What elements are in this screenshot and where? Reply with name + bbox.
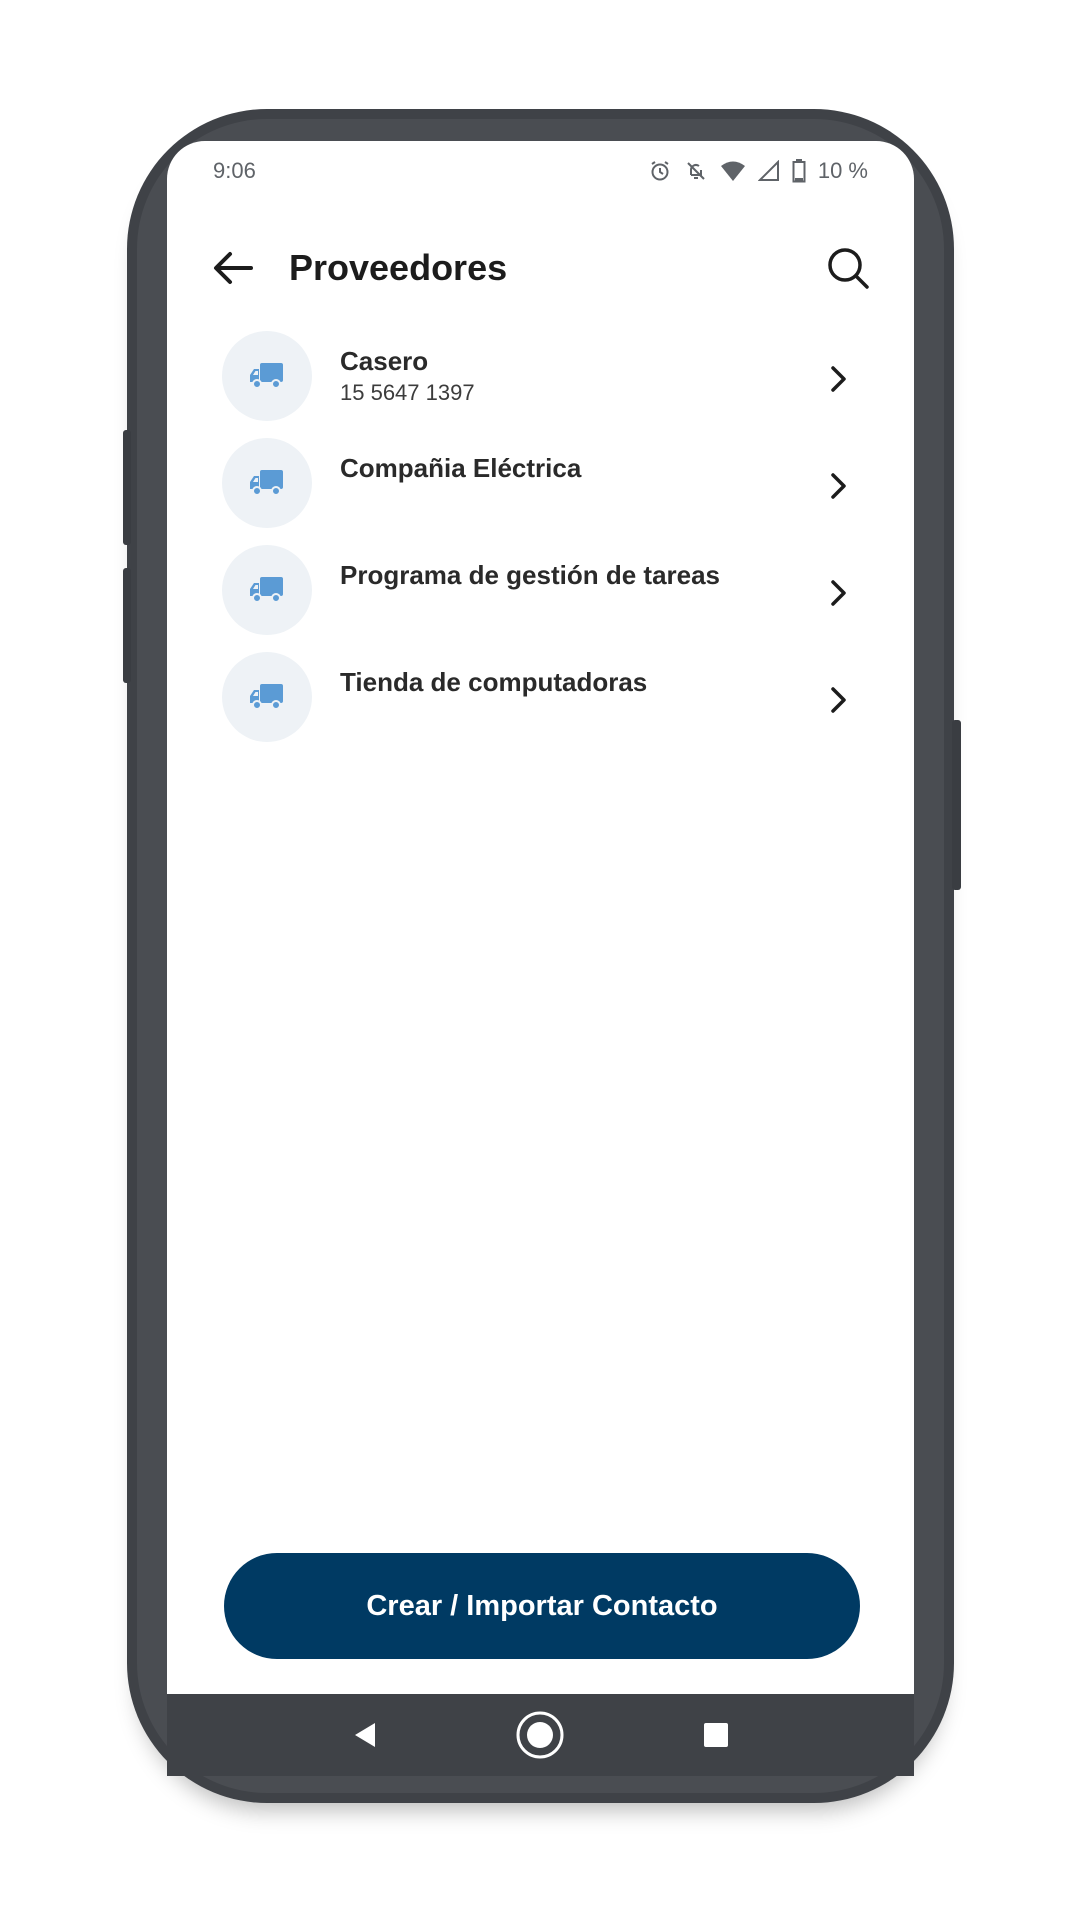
volume-up-button	[123, 430, 131, 545]
alarm-icon	[651, 161, 669, 181]
back-button[interactable]	[207, 242, 259, 294]
battery-percent: 10 %	[817, 158, 868, 183]
wifi-icon	[720, 161, 745, 181]
avatar	[222, 652, 312, 742]
contact-list: Casero 15 5647 1397 Compañia Eléctrica P…	[222, 331, 862, 759]
power-button	[952, 720, 961, 890]
truck-icon	[250, 577, 283, 603]
notifications-off-icon	[687, 162, 705, 180]
create-import-contact-button[interactable]: Crear / Importar Contacto	[224, 1553, 860, 1659]
chevron-right-icon	[824, 573, 854, 613]
contact-name: Programa de gestión de tareas	[340, 560, 721, 590]
truck-icon	[250, 684, 283, 710]
status-time: 9:06	[213, 158, 256, 183]
volume-down-button	[123, 568, 131, 683]
contact-text: Compañia Eléctrica	[340, 452, 862, 484]
chevron-right-icon	[824, 359, 854, 399]
nav-recents-button[interactable]	[686, 1705, 746, 1765]
signal-icon	[757, 160, 779, 181]
contact-text: Programa de gestión de tareas	[340, 559, 862, 591]
nav-home-button[interactable]	[510, 1705, 570, 1765]
contact-phone: 15 5647 1397	[340, 380, 475, 405]
battery-icon	[792, 159, 806, 183]
back-triangle-icon	[354, 1723, 375, 1747]
contact-row[interactable]: Tienda de computadoras	[222, 652, 862, 759]
nav-back-button[interactable]	[335, 1705, 395, 1765]
status-bar: 9:06 10 %	[167, 141, 914, 201]
app-bar: Proveedores	[167, 223, 914, 313]
contact-text: Casero 15 5647 1397	[340, 345, 862, 407]
recents-square-icon	[704, 1723, 729, 1747]
contact-name: Tienda de computadoras	[340, 667, 648, 697]
status-icons: 10 %	[648, 158, 868, 184]
system-nav-bar	[167, 1694, 914, 1776]
page-title: Proveedores	[289, 247, 508, 288]
home-circle-icon	[516, 1711, 564, 1759]
chevron-right-icon	[824, 680, 854, 720]
contact-row[interactable]: Programa de gestión de tareas	[222, 545, 862, 652]
avatar	[222, 331, 312, 421]
screen: 9:06 10 % Proveedores Casero 15 5647 139…	[167, 141, 914, 1776]
avatar	[222, 545, 312, 635]
contact-row[interactable]: Casero 15 5647 1397	[222, 331, 862, 438]
search-icon	[828, 248, 869, 289]
truck-icon	[250, 363, 283, 389]
search-button[interactable]	[820, 240, 876, 296]
contact-text: Tienda de computadoras	[340, 666, 862, 698]
avatar	[222, 438, 312, 528]
truck-icon	[250, 470, 283, 496]
contact-name: Casero	[340, 346, 429, 376]
contact-name: Compañia Eléctrica	[340, 453, 582, 483]
contact-row[interactable]: Compañia Eléctrica	[222, 438, 862, 545]
chevron-right-icon	[824, 466, 854, 506]
arrow-left-icon	[214, 252, 253, 284]
